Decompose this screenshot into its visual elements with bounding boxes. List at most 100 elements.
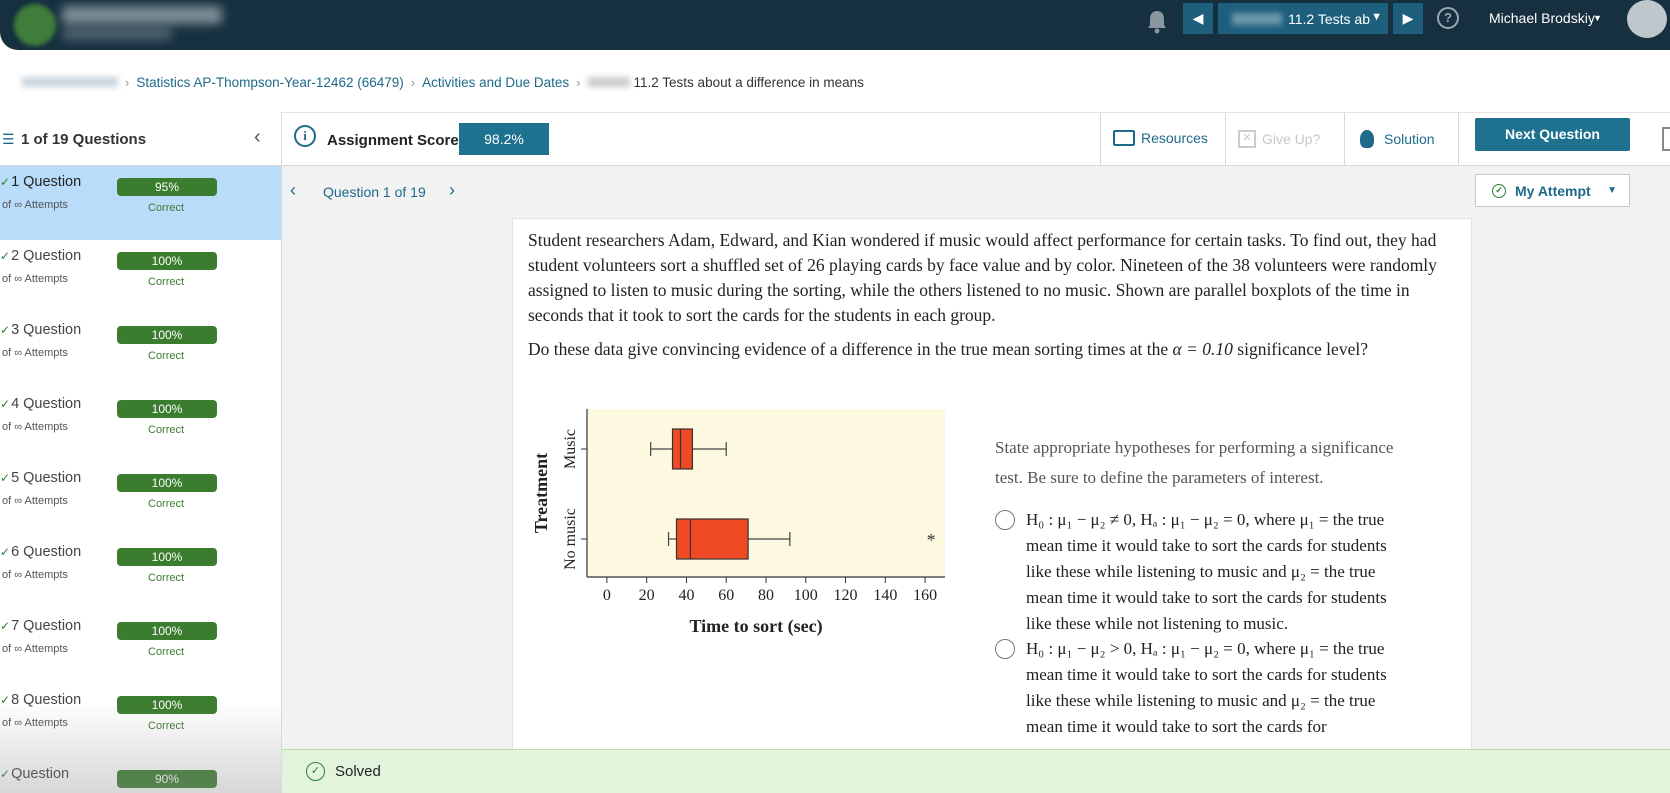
logo[interactable] bbox=[14, 2, 222, 46]
collapse-sidebar-icon[interactable]: ‹ bbox=[254, 126, 261, 149]
question-title: ✓7 Question bbox=[0, 618, 81, 634]
sidebar-question-1[interactable]: ✓1 Question of ∞ Attempts 95% Correct bbox=[0, 166, 281, 240]
resources-button[interactable]: Resources bbox=[1113, 130, 1208, 146]
check-circle-icon: ✓ bbox=[0, 767, 11, 781]
top-bar: ◀ 11.2 Tests ab ▼ ▶ ? Michael Brodskiy ▼ bbox=[0, 0, 1670, 50]
next-arrow-icon: ▶ bbox=[1402, 10, 1414, 26]
bell-icon[interactable] bbox=[1145, 8, 1169, 36]
question-label: 6 Question bbox=[11, 544, 82, 560]
avatar[interactable] bbox=[1627, 0, 1667, 38]
question-attempts: of ∞ Attempts bbox=[2, 643, 68, 655]
category-label: No music bbox=[562, 508, 579, 570]
check-circle-icon: ✓ bbox=[0, 619, 11, 633]
sidebar-question-5[interactable]: ✓5 Question of ∞ Attempts 100% Correct bbox=[0, 462, 281, 536]
resources-label: Resources bbox=[1141, 130, 1208, 146]
question-score-badge: 100% bbox=[117, 548, 217, 566]
user-name[interactable]: Michael Brodskiy bbox=[1489, 10, 1595, 26]
question-status: Correct bbox=[148, 350, 185, 362]
question-score-badge: 100% bbox=[117, 474, 217, 492]
sidebar-question-3[interactable]: ✓3 Question of ∞ Attempts 100% Correct bbox=[0, 314, 281, 388]
question-title: ✓4 Question bbox=[0, 396, 81, 412]
question-title: ✓5 Question bbox=[0, 470, 81, 486]
question-score-badge: 100% bbox=[117, 400, 217, 418]
prev-arrow-icon: ◀ bbox=[1192, 10, 1204, 26]
question-score-badge: 100% bbox=[117, 252, 217, 270]
previous-question-icon[interactable]: ‹ bbox=[290, 180, 296, 201]
question-nav-label: Question 1 of 19 bbox=[323, 184, 426, 200]
give-up-button[interactable]: ✕ Give Up? bbox=[1238, 130, 1320, 148]
question-score-badge: 90% bbox=[117, 770, 217, 788]
sidebar-question-9[interactable]: ✓Question 90% bbox=[0, 758, 281, 793]
logo-subtext-blurred bbox=[62, 28, 172, 40]
info-icon[interactable]: i bbox=[294, 125, 316, 147]
assignment-select[interactable]: 11.2 Tests ab ▼ bbox=[1218, 3, 1388, 34]
logo-icon bbox=[14, 4, 56, 46]
breadcrumb-current: 11.2 Tests about a difference in means bbox=[633, 74, 864, 90]
next-question-button[interactable]: Next Question bbox=[1475, 118, 1630, 151]
question-score-badge: 100% bbox=[117, 326, 217, 344]
breadcrumb-activities-link[interactable]: Activities and Due Dates bbox=[422, 75, 569, 90]
sidebar-question-2[interactable]: ✓2 Question of ∞ Attempts 100% Correct bbox=[0, 240, 281, 314]
check-circle-icon: ✓ bbox=[306, 762, 325, 781]
assignment-score-value: 98.2% bbox=[459, 123, 549, 155]
question-title: ✓Question bbox=[0, 766, 69, 782]
x-tick-label: 0 bbox=[603, 587, 611, 604]
sidebar-header: ☰ 1 of 19 Questions ‹ bbox=[0, 112, 281, 166]
lightbulb-icon bbox=[1360, 130, 1374, 148]
x-tick-label: 140 bbox=[873, 587, 897, 604]
sidebar-question-8[interactable]: ✓8 Question of ∞ Attempts 100% Correct bbox=[0, 684, 281, 758]
user-menu-caret-icon[interactable]: ▼ bbox=[1593, 13, 1602, 23]
check-circle-icon: ✓ bbox=[0, 397, 11, 411]
question-title: ✓6 Question bbox=[0, 544, 81, 560]
plot-area bbox=[587, 409, 945, 577]
x-tick-label: 120 bbox=[834, 587, 858, 604]
y-axis-label: Treatment bbox=[531, 453, 551, 533]
question-attempts: of ∞ Attempts bbox=[2, 199, 68, 211]
question-title: ✓8 Question bbox=[0, 692, 81, 708]
prev-assignment-button[interactable]: ◀ bbox=[1183, 3, 1213, 34]
question-label: 7 Question bbox=[11, 618, 82, 634]
question-toolbar: i Assignment Score: 98.2% Resources ✕ Gi… bbox=[282, 112, 1670, 167]
check-circle-icon: ✓ bbox=[1492, 183, 1506, 198]
breadcrumb-blurred-root[interactable] bbox=[22, 77, 118, 87]
divider bbox=[1458, 113, 1459, 167]
select-blurred-prefix bbox=[1232, 12, 1282, 25]
question-status: Correct bbox=[148, 202, 185, 214]
question-prompt: Do these data give convincing evidence o… bbox=[528, 337, 1458, 362]
next-assignment-button[interactable]: ▶ bbox=[1393, 3, 1423, 34]
question-prompt-post: significance level? bbox=[1232, 339, 1368, 359]
chevron-right-icon: › bbox=[410, 74, 416, 90]
category-label: Music bbox=[562, 429, 579, 469]
check-circle-icon: ✓ bbox=[0, 693, 11, 707]
question-label: 3 Question bbox=[11, 322, 82, 338]
sidebar-question-6[interactable]: ✓6 Question of ∞ Attempts 100% Correct bbox=[0, 536, 281, 610]
my-attempt-label: My Attempt bbox=[1515, 182, 1591, 199]
check-circle-icon: ✓ bbox=[0, 323, 11, 337]
sidebar-title: 1 of 19 Questions bbox=[21, 131, 147, 148]
boxplot-chart: 0 20 40 60 80 100 120 140 160 Music * No music Treat… bbox=[531, 409, 945, 637]
question-status: Correct bbox=[148, 646, 185, 658]
solution-button[interactable]: Solution bbox=[1360, 130, 1435, 148]
give-up-icon: ✕ bbox=[1238, 130, 1256, 148]
next-question-icon[interactable]: › bbox=[449, 180, 455, 201]
x-tick-label: 100 bbox=[794, 587, 818, 604]
breadcrumb-course-link[interactable]: Statistics AP-Thompson-Year-12462 (66479… bbox=[136, 75, 403, 90]
question-score-badge: 100% bbox=[117, 696, 217, 714]
question-title: ✓1 Question bbox=[0, 174, 81, 190]
question-attempts: of ∞ Attempts bbox=[2, 273, 68, 285]
question-label: 8 Question bbox=[11, 692, 82, 708]
my-attempt-dropdown[interactable]: ✓ My Attempt ▼ bbox=[1475, 174, 1630, 207]
sidebar-question-7[interactable]: ✓7 Question of ∞ Attempts 100% Correct bbox=[0, 610, 281, 684]
question-title: ✓3 Question bbox=[0, 322, 81, 338]
panel-toggle-icon[interactable] bbox=[1662, 127, 1670, 151]
answer-option-2-text: H₀ : μ₁ − μ₂ > 0, Hₐ : μ₁ − μ₂ = 0, wher… bbox=[1026, 639, 1387, 736]
radio-button[interactable] bbox=[995, 639, 1015, 659]
folder-icon bbox=[1113, 130, 1135, 146]
chevron-right-icon: › bbox=[125, 74, 130, 90]
help-icon[interactable]: ? bbox=[1437, 7, 1459, 29]
caret-down-icon: ▼ bbox=[1607, 185, 1617, 196]
sidebar-question-4[interactable]: ✓4 Question of ∞ Attempts 100% Correct bbox=[0, 388, 281, 462]
question-attempts: of ∞ Attempts bbox=[2, 347, 68, 359]
outlier-marker: * bbox=[927, 530, 936, 550]
radio-button[interactable] bbox=[995, 510, 1015, 530]
